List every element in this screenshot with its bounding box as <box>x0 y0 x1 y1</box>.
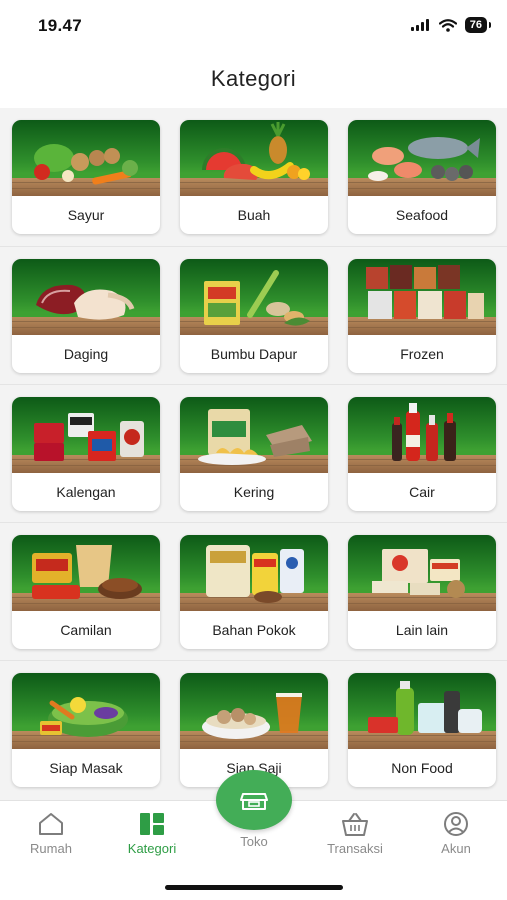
nav-label: Transaksi <box>327 841 383 856</box>
category-row: Camilan Bahan Pokok Lain lain <box>0 522 507 660</box>
store-fab-button[interactable] <box>216 770 292 830</box>
category-label: Siap Masak <box>49 760 123 776</box>
category-label: Kalengan <box>56 484 116 500</box>
non-food-image <box>348 673 496 749</box>
category-label: Buah <box>237 207 271 223</box>
category-card-non-food[interactable]: Non Food <box>348 673 496 787</box>
battery-indicator: 76 <box>464 17 492 33</box>
category-row: Kalengan Kering Cair <box>0 384 507 522</box>
category-card-kalengan[interactable]: Kalengan <box>12 397 160 511</box>
category-card-camilan[interactable]: Camilan <box>12 535 160 649</box>
nav-label: Rumah <box>30 841 72 856</box>
category-row: Daging Bumbu Dapur Frozen <box>0 246 507 384</box>
nav-label-toko: Toko <box>240 834 268 849</box>
category-label: Camilan <box>60 622 112 638</box>
cellular-signal-icon <box>410 19 429 31</box>
spices-image <box>180 259 328 335</box>
category-card-seafood[interactable]: Seafood <box>348 120 496 234</box>
nav-item-kategori[interactable]: Kategori <box>107 811 197 856</box>
page-title: Kategori <box>210 66 297 91</box>
category-label: Bumbu Dapur <box>210 346 298 362</box>
dried-food-image <box>180 397 328 473</box>
category-card-frozen[interactable]: Frozen <box>348 259 496 373</box>
category-card-cair[interactable]: Cair <box>348 397 496 511</box>
seafood-image <box>348 120 496 196</box>
category-row: Sayur Buah Seafood <box>0 108 507 246</box>
category-label: Non Food <box>391 760 453 776</box>
nav-item-akun[interactable]: Akun <box>411 811 501 856</box>
category-label: Sayur <box>67 207 105 223</box>
category-card-kering[interactable]: Kering <box>180 397 328 511</box>
category-card-lain-lain[interactable]: Lain lain <box>348 535 496 649</box>
staples-image <box>180 535 328 611</box>
category-card-buah[interactable]: Buah <box>180 120 328 234</box>
meat-image <box>12 259 160 335</box>
category-label: Kering <box>233 484 275 500</box>
nav-item-rumah[interactable]: Rumah <box>6 811 96 856</box>
frozen-food-image <box>348 259 496 335</box>
category-card-bahan-pokok[interactable]: Bahan Pokok <box>180 535 328 649</box>
category-grid: Sayur Buah Seafood Daging Bumbu Dapur Fr… <box>0 108 507 800</box>
home-icon <box>39 813 63 835</box>
category-label: Daging <box>63 346 109 362</box>
wifi-icon <box>438 18 457 32</box>
nav-item-transaksi[interactable]: Transaksi <box>310 811 400 856</box>
category-label: Cair <box>409 484 435 500</box>
category-card-sayur[interactable]: Sayur <box>12 120 160 234</box>
category-label: Frozen <box>400 346 444 362</box>
category-card-daging[interactable]: Daging <box>12 259 160 373</box>
status-time: 19.47 <box>38 16 83 35</box>
liquid-sauce-image <box>348 397 496 473</box>
nav-label: Kategori <box>127 841 177 856</box>
vegetables-image <box>12 120 160 196</box>
category-card-siap-masak[interactable]: Siap Masak <box>12 673 160 787</box>
account-icon <box>444 812 468 836</box>
category-label: Lain lain <box>395 622 449 638</box>
snacks-image <box>12 535 160 611</box>
category-label: Seafood <box>395 207 449 223</box>
grid-icon <box>140 813 164 835</box>
store-icon <box>240 793 268 810</box>
canned-food-image <box>12 397 160 473</box>
fruits-image <box>180 120 328 196</box>
basket-icon <box>342 813 368 836</box>
status-icons: 76 <box>410 17 492 33</box>
ready-to-eat-image <box>180 673 328 749</box>
status-bar: 19.47 76 <box>0 0 507 52</box>
others-image <box>348 535 496 611</box>
category-label: Bahan Pokok <box>212 622 296 638</box>
ready-to-cook-image <box>12 673 160 749</box>
home-indicator <box>165 885 343 890</box>
category-card-bumbu-dapur[interactable]: Bumbu Dapur <box>180 259 328 373</box>
nav-label: Akun <box>441 841 471 856</box>
